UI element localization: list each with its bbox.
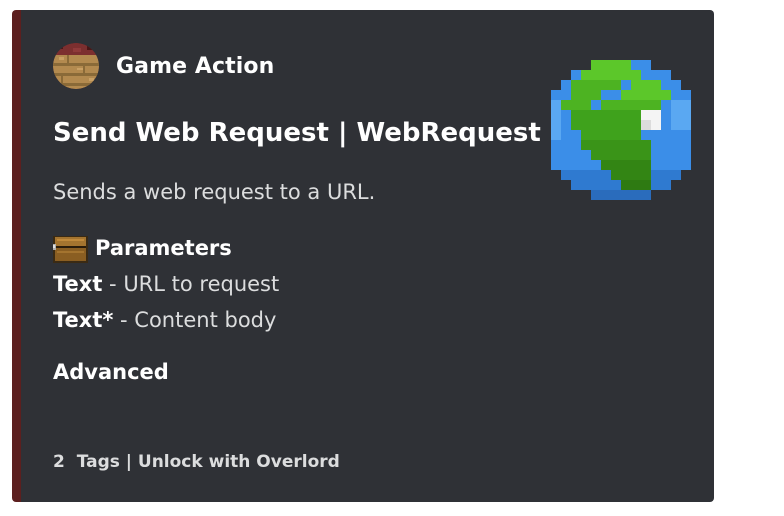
parameter-type: Text [53, 272, 103, 296]
parameter-type: Text* [53, 308, 114, 332]
parameter-description: Content body [134, 308, 277, 332]
parameter-description: URL to request [123, 272, 280, 296]
parameter-item: Text - URL to request [53, 272, 279, 296]
chest-icon [53, 236, 88, 263]
parameter-item: Text* - Content body [53, 308, 276, 332]
embed-title: Send Web Request | WebRequest [53, 118, 541, 148]
embed-card: Game Action Send Web Request | WebReques… [12, 10, 714, 502]
netherrack-planks-block-icon [53, 43, 99, 89]
footer-text: Tags | Unlock with Overlord [76, 452, 340, 472]
author-name[interactable]: Game Action [116, 54, 274, 79]
advanced-heading: Advanced [53, 360, 169, 384]
parameters-heading-label: Parameters [95, 236, 232, 260]
footer-tag-count: 2 [53, 452, 65, 472]
parameter-separator: - [102, 272, 124, 296]
parameters-heading: Parameters [53, 233, 232, 263]
embed-author: Game Action [53, 43, 274, 89]
parameter-separator: - [113, 308, 135, 332]
embed-footer: 2 Tags | Unlock with Overlord [53, 452, 340, 472]
embed-description: Sends a web request to a URL. [53, 180, 376, 204]
pixel-earth-globe-icon[interactable] [541, 50, 701, 210]
